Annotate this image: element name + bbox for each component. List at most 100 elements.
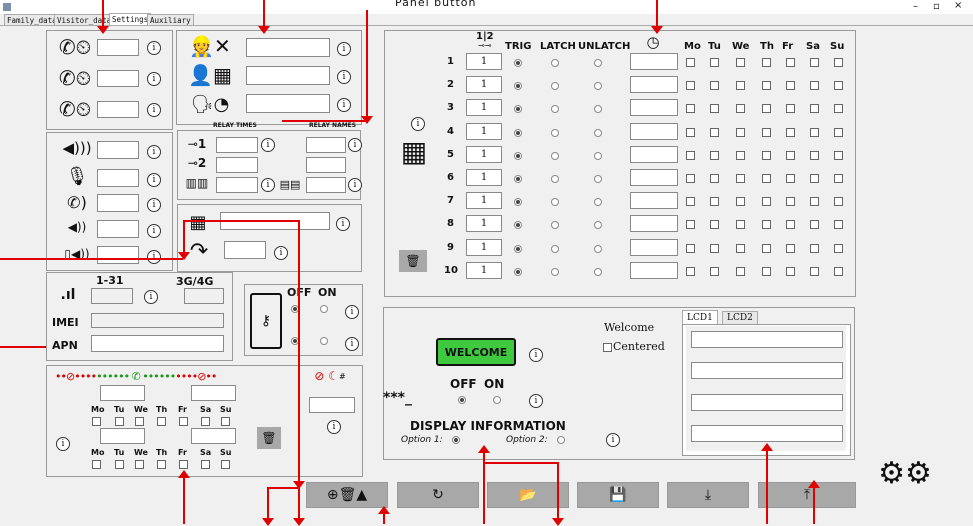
door-on-radio-1[interactable] — [320, 305, 328, 313]
day-checkbox-Su[interactable] — [834, 150, 843, 160]
day-checkbox-Mo[interactable] — [686, 243, 695, 253]
day-checkbox-Th[interactable] — [762, 243, 771, 253]
relay-1-name-input[interactable] — [306, 137, 346, 153]
day-checkbox-Su[interactable] — [834, 266, 843, 276]
day-checkbox-Sa[interactable] — [810, 220, 819, 230]
mic-volume-input[interactable] — [97, 169, 139, 187]
day-checkbox-Fr[interactable] — [786, 174, 795, 183]
info-icon[interactable]: i — [529, 348, 543, 362]
day-checkbox-Th[interactable] — [762, 58, 771, 67]
speaker-small-volume-input[interactable] — [97, 220, 139, 238]
relay-select-input[interactable]: 1 — [466, 145, 502, 163]
day-checkbox-Th[interactable] — [762, 127, 771, 137]
relay-select-input[interactable]: 1 — [466, 99, 502, 117]
relay-select-input[interactable]: 1 — [466, 192, 502, 210]
relay-select-input[interactable]: 1 — [466, 53, 502, 70]
day-checkbox-Th[interactable] — [762, 197, 771, 207]
info-icon[interactable]: i — [147, 145, 161, 159]
info-icon[interactable]: i — [147, 103, 161, 117]
day-checkbox-Th[interactable] — [762, 150, 771, 160]
day-checkbox-We[interactable] — [736, 174, 745, 183]
trig-radio[interactable] — [514, 59, 522, 67]
schedule-time-input[interactable] — [630, 99, 678, 117]
schedule-time-input[interactable] — [630, 53, 678, 70]
day-checkbox-Tu[interactable] — [710, 127, 719, 137]
dnd-day-checkbox[interactable] — [201, 460, 210, 469]
day-checkbox-Tu[interactable] — [710, 220, 719, 230]
info-icon[interactable]: i — [337, 70, 351, 84]
day-checkbox-Mo[interactable] — [686, 174, 695, 183]
day-checkbox-Su[interactable] — [834, 127, 843, 137]
dnd-start-2[interactable] — [100, 428, 145, 444]
day-checkbox-Tu[interactable] — [710, 197, 719, 207]
schedule-time-input[interactable] — [630, 169, 678, 186]
info-icon[interactable]: i — [144, 290, 158, 304]
day-checkbox-Fr[interactable] — [786, 127, 795, 137]
day-checkbox-We[interactable] — [736, 266, 745, 276]
info-icon[interactable]: i — [606, 433, 620, 447]
redial-input[interactable] — [224, 241, 266, 259]
day-checkbox-We[interactable] — [736, 220, 745, 230]
schedule-time-input[interactable] — [630, 76, 678, 94]
info-icon[interactable]: i — [529, 394, 543, 408]
trig-radio[interactable] — [514, 128, 522, 137]
call-time-input-3[interactable] — [97, 101, 139, 118]
dnd-day-checkbox[interactable] — [115, 417, 124, 426]
day-checkbox-Tu[interactable] — [710, 58, 719, 67]
dnd-day-checkbox[interactable] — [221, 417, 230, 426]
trash-icon[interactable]: 🗑 — [399, 250, 427, 272]
day-checkbox-Fr[interactable] — [786, 220, 795, 230]
dnd-end-2[interactable] — [191, 428, 236, 444]
day-checkbox-Mo[interactable] — [686, 197, 695, 207]
unlatch-radio[interactable] — [594, 267, 602, 276]
call-time-input-2[interactable] — [97, 70, 139, 87]
unlatch-radio[interactable] — [594, 59, 602, 67]
tab-lcd1[interactable]: LCD1 — [682, 310, 718, 325]
day-checkbox-Sa[interactable] — [810, 81, 819, 91]
dnd-day-checkbox[interactable] — [135, 417, 144, 426]
day-checkbox-Fr[interactable] — [786, 150, 795, 160]
voice-time-input[interactable] — [246, 94, 330, 113]
info-icon[interactable]: i — [147, 198, 161, 212]
schedule-time-input[interactable] — [630, 192, 678, 210]
display-off-radio[interactable] — [458, 396, 466, 404]
relay-select-input[interactable]: 1 — [466, 169, 502, 186]
day-checkbox-Su[interactable] — [834, 58, 843, 67]
minimize-icon[interactable]: – — [913, 1, 918, 12]
day-checkbox-Mo[interactable] — [686, 220, 695, 230]
lcd-line-4[interactable] — [691, 425, 843, 442]
display-on-radio[interactable] — [493, 396, 501, 404]
day-checkbox-Th[interactable] — [762, 81, 771, 91]
schedule-time-input[interactable] — [630, 122, 678, 140]
schedule-time-input[interactable] — [630, 261, 678, 279]
day-checkbox-Tu[interactable] — [710, 266, 719, 276]
day-checkbox-Fr[interactable] — [786, 197, 795, 207]
speaker-volume-input[interactable] — [97, 141, 139, 159]
trash-icon[interactable]: 🗑 — [257, 427, 281, 449]
dnd-day-checkbox[interactable] — [92, 460, 101, 469]
day-checkbox-Tu[interactable] — [710, 104, 719, 114]
day-checkbox-Sa[interactable] — [810, 127, 819, 137]
trig-radio[interactable] — [514, 267, 522, 276]
factory-reset-button[interactable]: ⊕🗑▲ — [306, 482, 388, 508]
day-checkbox-Mo[interactable] — [686, 58, 695, 67]
phone-volume-input[interactable] — [97, 194, 139, 212]
dnd-day-checkbox[interactable] — [179, 417, 188, 426]
day-checkbox-Sa[interactable] — [810, 197, 819, 207]
option-2-radio[interactable] — [557, 436, 565, 444]
trig-radio[interactable] — [514, 244, 522, 253]
info-icon[interactable]: i — [261, 178, 275, 192]
dnd-day-checkbox[interactable] — [201, 417, 210, 426]
info-icon[interactable]: i — [274, 246, 288, 260]
day-checkbox-Fr[interactable] — [786, 58, 795, 67]
schedule-time-input[interactable] — [630, 145, 678, 163]
info-icon[interactable]: i — [147, 72, 161, 86]
day-checkbox-Sa[interactable] — [810, 243, 819, 253]
day-checkbox-Su[interactable] — [834, 104, 843, 114]
apn-input[interactable] — [91, 335, 224, 352]
dnd-start-1[interactable] — [100, 385, 145, 401]
unlatch-radio[interactable] — [594, 244, 602, 253]
relay-1-time-input[interactable] — [216, 137, 258, 153]
tab-lcd2[interactable]: LCD2 — [722, 311, 758, 325]
day-checkbox-Su[interactable] — [834, 197, 843, 207]
